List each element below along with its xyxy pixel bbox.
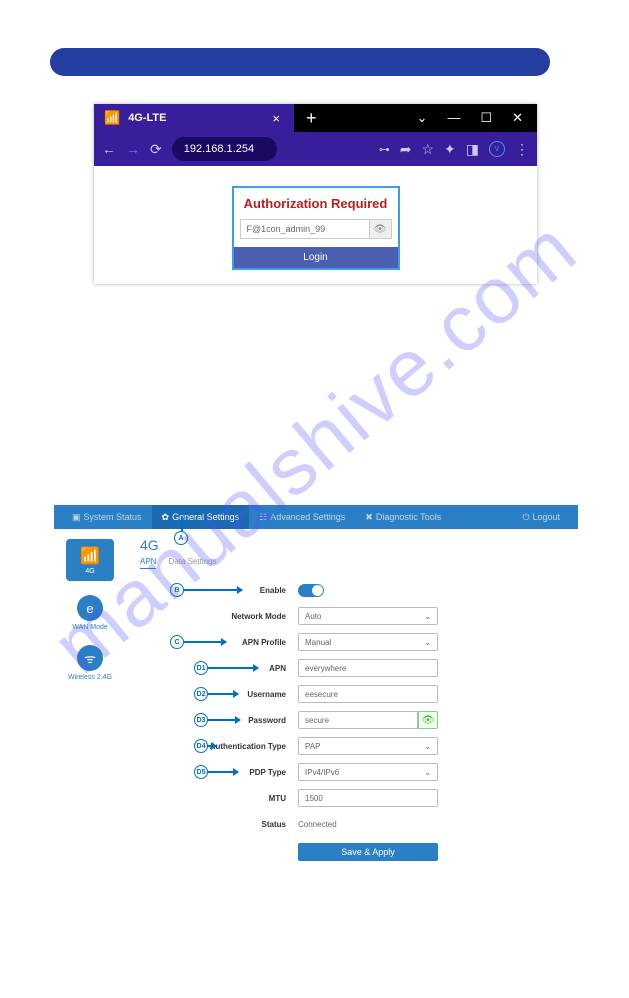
arrow-icon [208,693,238,695]
extension-icon[interactable]: ✦ [444,141,456,158]
apn-profile-select[interactable]: Manual⌄ [298,633,438,651]
auth-type-select[interactable]: PAP⌄ [298,737,438,755]
login-header: Authorization Required [234,188,398,219]
gear-icon: ✿ [162,512,170,523]
router-admin: ▣System Status ✿General Settings ☷Advanc… [54,505,578,869]
nav-system-status[interactable]: ▣System Status [62,505,152,529]
nav-advanced-settings[interactable]: ☷Advanced Settings [249,505,355,529]
tab-title: 4G-LTE [128,112,268,124]
label-apn-profile: APN Profile [242,638,286,647]
wrench-icon: ✖ [365,512,373,523]
arrow-icon [184,641,226,643]
chevron-down-icon: ⌄ [424,612,431,621]
chevron-down-icon: ⌄ [424,768,431,777]
panel-icon[interactable]: ◨ [466,141,479,158]
annotation-d1: D1 [194,661,208,675]
signal-icon: 📶 [80,546,100,566]
router-main: 4G A APN Data Settings B Enable Network … [126,529,578,869]
minimize-icon[interactable]: — [447,110,460,126]
wifi-icon[interactable]: ᯤ [77,645,103,671]
arrow-icon [208,667,258,669]
close-icon[interactable]: ✕ [512,110,523,126]
apn-input[interactable]: everywhere [298,659,438,677]
status-value: Connected [298,820,337,829]
nav-logout[interactable]: ⏻Logout [512,505,570,529]
label-apn: APN [269,664,286,673]
login-card: Authorization Required F@1con_admin_99 👁… [232,186,400,270]
password-input[interactable]: F@1con_admin_99 [240,219,370,239]
login-button[interactable]: Login [234,247,398,268]
maximize-icon[interactable]: ☐ [480,110,492,126]
router-nav: ▣System Status ✿General Settings ☷Advanc… [54,505,578,529]
label-password: Password [248,716,286,725]
key-icon[interactable]: ⊶ [379,143,390,156]
save-apply-button[interactable]: Save & Apply [298,843,438,861]
browser-tab-active[interactable]: 📶 4G-LTE × [94,104,294,132]
chevron-down-icon: ⌄ [424,742,431,751]
tab-strip: 📶 4G-LTE × + ⌄ — ☐ ✕ [94,104,537,132]
annotation-c: C [170,635,184,649]
page-title: 4G [140,537,159,553]
tab-close-icon[interactable]: × [268,111,284,126]
arrow-icon [184,589,242,591]
eye-icon[interactable]: 👁 [418,711,438,729]
reload-icon[interactable]: ⟳ [150,141,162,158]
annotation-d3: D3 [194,713,208,727]
sidebar-wan-label[interactable]: WAN Mode [72,624,108,631]
tab-data-settings[interactable]: Data Settings [168,557,216,569]
star-icon[interactable]: ☆ [421,141,434,158]
annotation-d4: D4 [194,739,208,753]
url-input[interactable]: 192.168.1.254 [172,137,278,161]
chevron-down-icon: ⌄ [424,638,431,647]
sidebar-wifi-label[interactable]: Wireless 2.4G [68,674,112,681]
mtu-input[interactable]: 1500 [298,789,438,807]
wifi-icon: 📶 [104,110,120,126]
address-bar: ← → ⟳ 192.168.1.254 ⊶ ➦ ☆ ✦ ◨ V ⋮ [94,132,537,166]
label-status: Status [262,820,286,829]
enable-toggle[interactable] [298,584,324,597]
power-icon: ⏻ [522,512,529,523]
tab-apn[interactable]: APN [140,557,156,569]
back-icon[interactable]: ← [102,141,116,157]
arrow-icon [208,719,240,721]
label-auth-type: Authentication Type [210,742,286,751]
browser-window: 📶 4G-LTE × + ⌄ — ☐ ✕ ← → ⟳ 192.168.1.254… [94,104,537,284]
forward-icon[interactable]: → [126,141,140,157]
network-mode-select[interactable]: Auto⌄ [298,607,438,625]
eye-slash-icon[interactable]: 👁 [370,219,392,239]
window-controls: ⌄ — ☐ ✕ [417,110,537,126]
password-input[interactable]: secure [298,711,418,729]
nav-general-settings[interactable]: ✿General Settings [152,505,250,529]
annotation-a-line [181,517,183,531]
label-mtu: MTU [269,794,286,803]
menu-icon[interactable]: ⋮ [515,141,529,158]
sidebar-4g[interactable]: 📶 4G [66,539,114,581]
label-network-mode: Network Mode [231,612,286,621]
annotation-d2: D2 [194,687,208,701]
pdp-type-select[interactable]: IPv4/IPv6⌄ [298,763,438,781]
ie-icon[interactable]: e [77,595,103,621]
new-tab-icon[interactable]: + [294,108,329,129]
router-sidebar: 📶 4G e WAN Mode ᯤ Wireless 2.4G [54,529,126,869]
label-username: Username [247,690,286,699]
decorative-bar [50,48,550,76]
share-icon[interactable]: ➦ [400,141,412,158]
label-enable: Enable [260,586,286,595]
profile-icon[interactable]: V [489,141,505,157]
annotation-d5: D5 [194,765,208,779]
monitor-icon: ▣ [72,512,81,523]
annotation-b: B [170,583,184,597]
sliders-icon: ☷ [259,512,267,523]
arrow-icon [208,745,216,747]
label-pdp-type: PDP Type [249,768,286,777]
chevron-down-icon[interactable]: ⌄ [417,110,428,126]
username-input[interactable]: eesecure [298,685,438,703]
arrow-icon [208,771,238,773]
nav-diagnostic-tools[interactable]: ✖Diagnostic Tools [355,505,451,529]
annotation-a: A [174,531,188,545]
